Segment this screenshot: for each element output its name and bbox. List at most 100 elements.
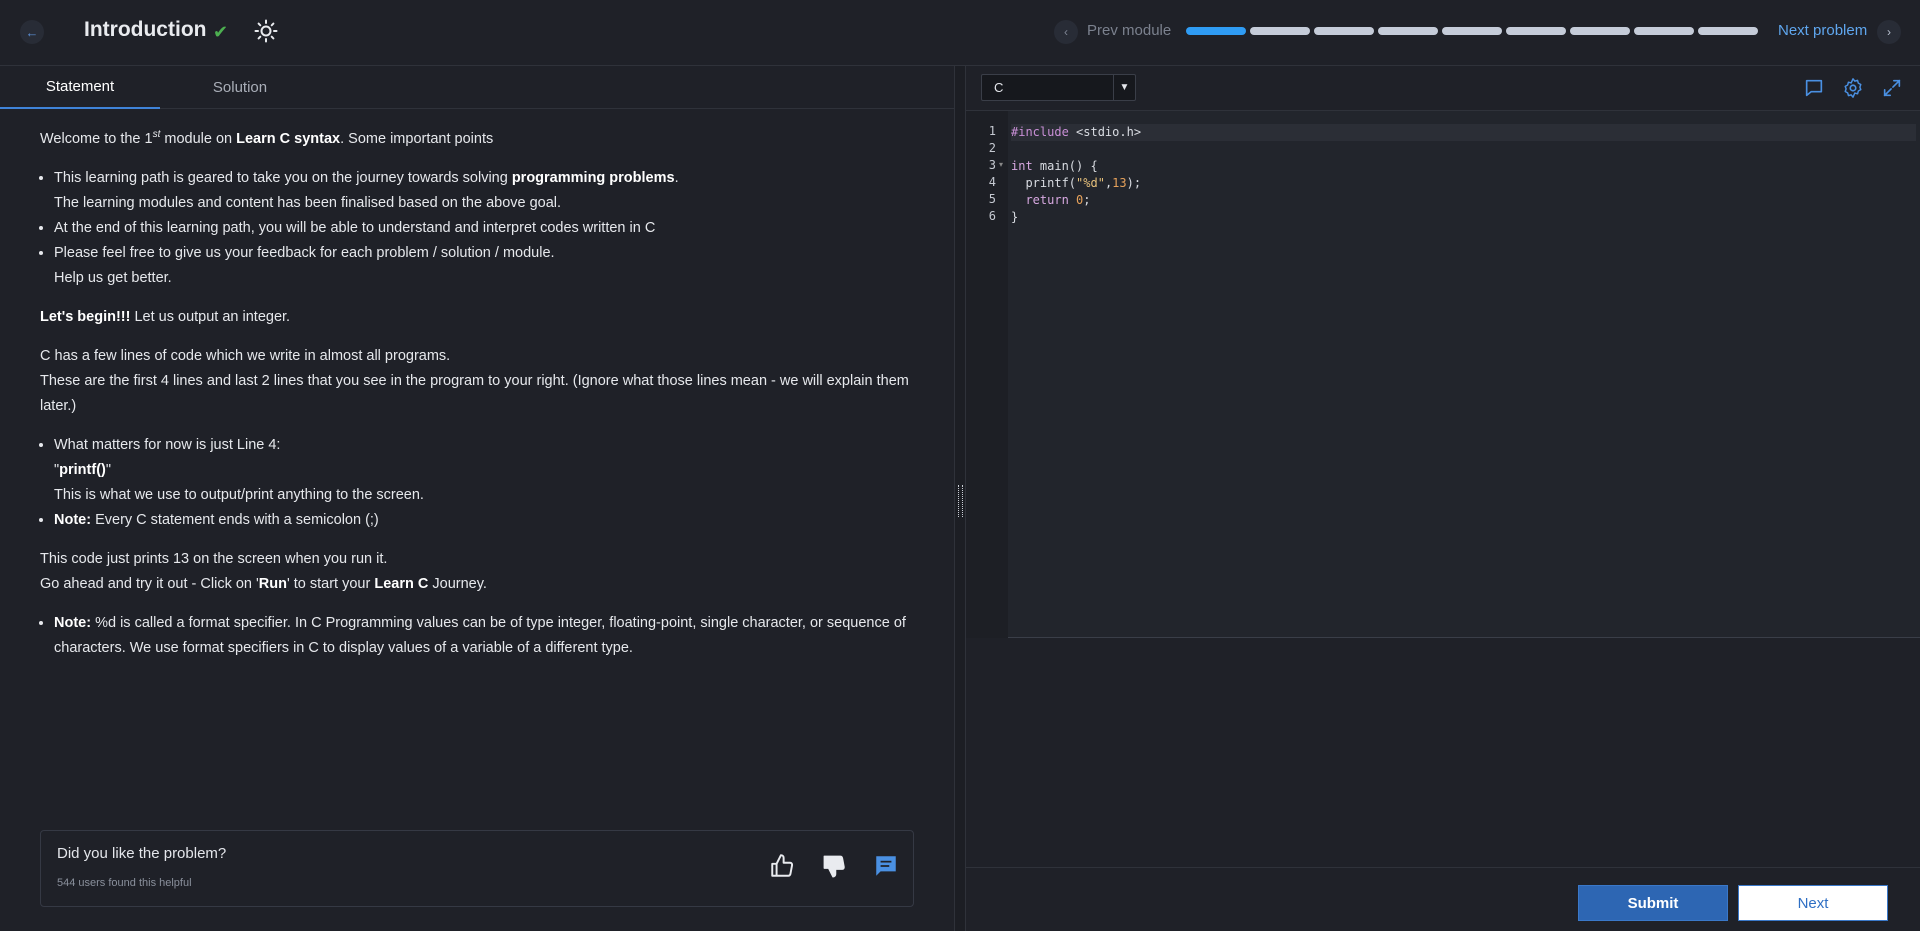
line-number: 2	[988, 141, 996, 155]
text: This learning path is geared to take you…	[54, 169, 512, 186]
text: What matters for now is just Line 4:	[54, 436, 281, 453]
list-item: At the end of this learning path, you wi…	[54, 216, 910, 241]
prev-chevron-icon[interactable]: ‹	[1054, 20, 1078, 44]
list-item: This learning path is geared to take you…	[54, 166, 910, 216]
tab-statement[interactable]: Statement	[0, 66, 160, 109]
progress-segment[interactable]	[1186, 27, 1246, 35]
progress-segment[interactable]	[1698, 27, 1758, 35]
next-button[interactable]: Next	[1738, 885, 1888, 921]
progress-segment[interactable]	[1634, 27, 1694, 35]
progress-segment[interactable]	[1506, 27, 1566, 35]
list-item: What matters for now is just Line 4: "pr…	[54, 433, 910, 508]
code-editor[interactable]: 1 2 3 ▾ 4 5 6 #include <stdio.h> int mai…	[966, 110, 1920, 638]
token: <stdio.h>	[1068, 125, 1142, 139]
list-item: Note: Every C statement ends with a semi…	[54, 508, 910, 533]
bold-text: Note:	[54, 511, 92, 528]
code-explanation-paragraph: C has a few lines of code which we write…	[40, 344, 910, 419]
token: int	[1011, 159, 1033, 173]
text: Journey.	[428, 575, 487, 592]
bold-text: printf()	[59, 461, 106, 478]
tab-solution[interactable]: Solution	[160, 66, 320, 109]
next-problem-link[interactable]: Next problem	[1778, 22, 1867, 39]
bold-text: Learn C syntax	[236, 130, 341, 147]
editor-panel: C ▼ 1 2 3 ▾ 4 5 6 #include <stdio.h> int…	[966, 66, 1920, 931]
progress-segment[interactable]	[1378, 27, 1438, 35]
bold-text: Note:	[54, 614, 92, 631]
language-value: C	[994, 80, 1004, 95]
problem-panel: Statement Solution Welcome to the 1st mo…	[0, 66, 954, 931]
list-item: Note: %d is called a format specifier. I…	[54, 611, 910, 661]
chat-icon[interactable]	[1803, 77, 1825, 99]
progress-segment[interactable]	[1250, 27, 1310, 35]
sun-icon[interactable]	[254, 19, 278, 43]
text: Please feel free to give us your feedbac…	[54, 244, 555, 261]
begin-paragraph: Let's begin!!! Let us output an integer.	[40, 305, 910, 330]
text: This is what we use to output/print anyt…	[54, 486, 424, 503]
thumbs-up-icon[interactable]	[769, 853, 795, 879]
progress-segment[interactable]	[1314, 27, 1374, 35]
bold-text: Run	[258, 575, 287, 592]
prev-module-link[interactable]: Prev module	[1087, 22, 1171, 39]
feedback-question: Did you like the problem?	[57, 845, 227, 862]
format-specifier-list: Note: %d is called a format specifier. I…	[54, 611, 910, 661]
text: The learning modules and content has bee…	[54, 194, 562, 211]
intro-paragraph: Welcome to the 1st module on Learn C syn…	[40, 122, 910, 152]
back-arrow-icon[interactable]: ←	[20, 20, 44, 44]
caret-down-icon[interactable]: ▼	[1113, 75, 1135, 100]
points-list: This learning path is geared to take you…	[54, 166, 910, 291]
text: This code just prints 13 on the screen w…	[40, 550, 388, 567]
text: .	[674, 169, 679, 186]
text: %d is called a format specifier. In C Pr…	[54, 614, 906, 656]
line-number-gutter: 1 2 3 ▾ 4 5 6	[966, 111, 1008, 638]
code-line: }	[1011, 210, 1019, 224]
language-select[interactable]: C ▼	[981, 74, 1136, 101]
module-progress-bar	[1186, 27, 1758, 35]
feedback-box: Did you like the problem? 544 users foun…	[40, 830, 914, 907]
code-content[interactable]: #include <stdio.h> int main() { printf("…	[1011, 124, 1916, 226]
problem-statement: Welcome to the 1st module on Learn C syn…	[40, 122, 910, 675]
check-icon: ✔	[213, 22, 229, 42]
code-line: int main() {	[1011, 159, 1098, 173]
text: Welcome to the 1	[40, 130, 153, 147]
token: main() {	[1032, 159, 1098, 173]
line-number: 3	[988, 158, 996, 172]
line-number: 1	[988, 124, 996, 138]
text: C has a few lines of code which we write…	[40, 347, 451, 364]
code-line: printf("%d",13);	[1011, 176, 1141, 190]
submit-button[interactable]: Submit	[1578, 885, 1728, 921]
bold-text: programming problems	[511, 169, 675, 186]
progress-segment[interactable]	[1442, 27, 1502, 35]
token: return	[1011, 193, 1069, 207]
settings-gear-icon[interactable]	[1842, 77, 1864, 99]
progress-segment[interactable]	[1570, 27, 1630, 35]
list-item: Please feel free to give us your feedbac…	[54, 241, 910, 291]
text: These are the first 4 lines and last 2 l…	[40, 372, 909, 414]
text: Go ahead and try it out - Click on '	[40, 575, 259, 592]
token: printf(	[1011, 176, 1077, 190]
thumbs-down-icon[interactable]	[821, 853, 847, 879]
line-number: 5	[988, 192, 996, 206]
token: #include	[1011, 125, 1069, 139]
text: Every C statement ends with a semicolon …	[91, 511, 379, 528]
fold-arrow-icon[interactable]: ▾	[999, 160, 1003, 169]
tab-bar: Statement Solution	[0, 66, 954, 109]
next-chevron-icon[interactable]: ›	[1877, 20, 1901, 44]
page-title: Introduction	[84, 18, 207, 41]
token: 13	[1112, 176, 1127, 190]
printf-list: What matters for now is just Line 4: "pr…	[54, 433, 910, 533]
comment-icon[interactable]	[873, 853, 899, 879]
output-area	[966, 638, 1920, 868]
panel-resize-handle[interactable]	[954, 66, 966, 931]
token: );	[1126, 176, 1142, 190]
text: module on	[160, 130, 237, 147]
grip-icon[interactable]	[958, 485, 963, 517]
top-bar: ← Introduction ✔ ‹ Prev module Next prob…	[0, 0, 1920, 66]
token: ;	[1083, 193, 1091, 207]
fullscreen-icon[interactable]	[1881, 77, 1903, 99]
text: Help us get better.	[54, 269, 172, 286]
text: "	[105, 461, 112, 478]
bold-text: Let's begin!!!	[40, 308, 131, 325]
run-paragraph: This code just prints 13 on the screen w…	[40, 547, 910, 597]
